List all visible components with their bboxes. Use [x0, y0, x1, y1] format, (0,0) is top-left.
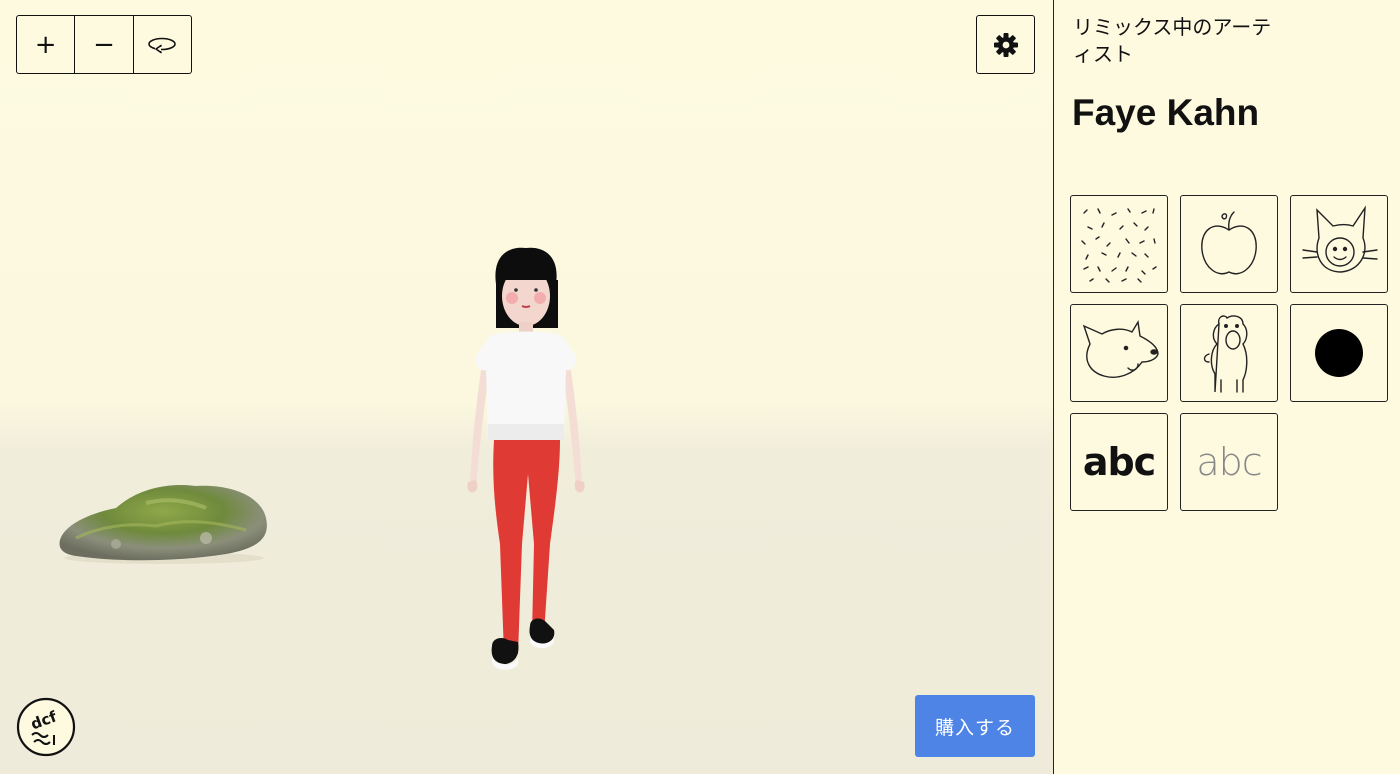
brush-cat[interactable]: [1290, 195, 1388, 293]
abc-bold-font-icon: abc: [1082, 440, 1156, 484]
reset-view-button[interactable]: [134, 16, 191, 73]
brush-abc-bold[interactable]: abc: [1070, 413, 1168, 511]
dcf-logo-icon: dcf: [16, 697, 76, 757]
settings-button[interactable]: [976, 15, 1035, 74]
3d-viewport[interactable]: + − dcf 購入する: [0, 0, 1053, 774]
apple-icon: [1201, 211, 1257, 275]
remix-label: リミックス中のアーティスト: [1073, 15, 1272, 66]
brush-bear[interactable]: [1180, 304, 1278, 402]
abc-thin-font-icon: abc: [1196, 440, 1262, 484]
zoom-in-label: +: [34, 29, 57, 60]
black-dot-icon: [1315, 329, 1363, 377]
scribble-pattern-icon: [1081, 208, 1157, 283]
buy-button[interactable]: 購入する: [915, 695, 1035, 757]
mossy-rock: [59, 484, 267, 564]
artist-name: Faye Kahn: [1072, 92, 1260, 133]
zoom-in-button[interactable]: +: [17, 16, 76, 73]
brush-dot[interactable]: [1290, 304, 1388, 402]
cat-face-icon: [1302, 205, 1378, 273]
artist-sidebar: リミックス中のアーティスト Faye Kahn abc abc: [1053, 0, 1400, 774]
brush-scribble[interactable]: [1070, 195, 1168, 293]
zoom-out-button[interactable]: −: [75, 16, 134, 73]
zoom-out-label: −: [93, 29, 115, 60]
brush-grid: abc abc: [1070, 195, 1390, 511]
rotate-reset-icon: [148, 37, 177, 53]
avatar-figure[interactable]: [456, 244, 596, 676]
zoom-controls: + −: [16, 15, 192, 74]
brush-abc-thin[interactable]: abc: [1180, 413, 1278, 511]
dog-head-icon: [1082, 319, 1159, 378]
gear-icon: [993, 32, 1018, 57]
brush-apple[interactable]: [1180, 195, 1278, 293]
dcf-logo[interactable]: dcf: [16, 697, 76, 757]
brush-dog[interactable]: [1070, 304, 1168, 402]
bear-figure-icon: [1203, 315, 1248, 393]
